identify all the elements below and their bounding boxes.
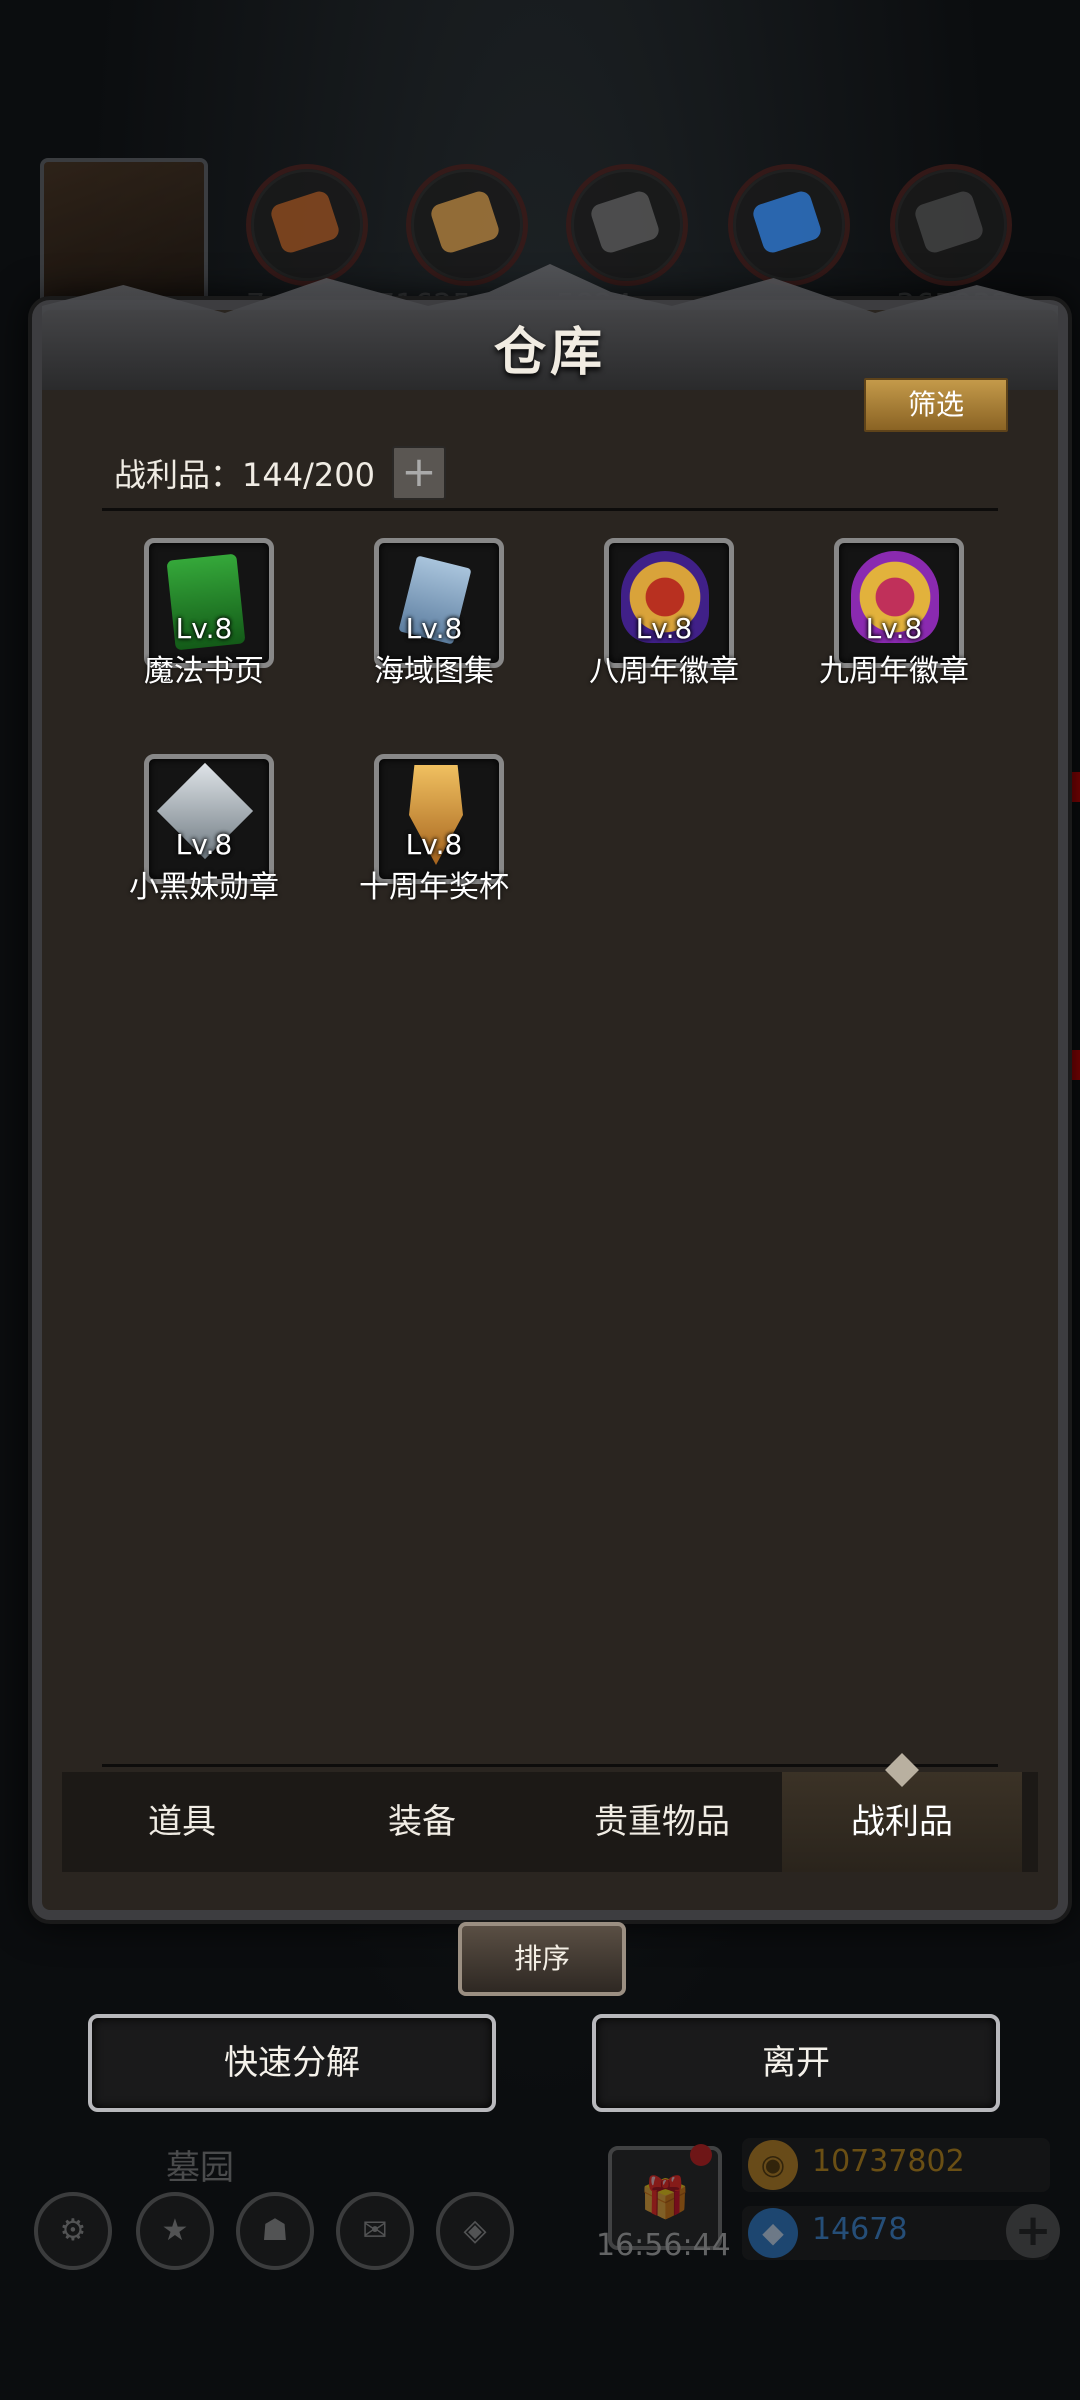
crystal-resource-icon[interactable] bbox=[728, 164, 850, 286]
item-slot[interactable]: Lv.8 魔法书页 bbox=[104, 538, 304, 728]
active-tab-marker-icon bbox=[885, 1753, 919, 1787]
expand-capacity-button[interactable]: + bbox=[392, 446, 446, 500]
tab-bar: 道具 装备 贵重物品 战利品 bbox=[62, 1753, 1038, 1872]
item-level: Lv.8 bbox=[405, 612, 463, 645]
gem-display: ◆ 14678 bbox=[742, 2206, 1050, 2260]
gold-coin-icon: ◉ bbox=[748, 2140, 798, 2190]
tab-loot-label: 战利品 bbox=[851, 1802, 953, 1842]
item-slot[interactable]: Lv.8 九周年徽章 bbox=[794, 538, 994, 728]
add-currency-button[interactable]: + bbox=[1006, 2204, 1060, 2258]
item-level: Lv.8 bbox=[175, 828, 233, 861]
item-level: Lv.8 bbox=[865, 612, 923, 645]
tab-items[interactable]: 道具 bbox=[62, 1772, 302, 1872]
item-name: 八周年徽章 bbox=[589, 654, 739, 689]
gold-value: 10737802 bbox=[812, 2144, 965, 2179]
gem-icon: ◆ bbox=[748, 2208, 798, 2258]
wood-resource-icon[interactable] bbox=[246, 164, 368, 286]
stone-resource-icon[interactable] bbox=[890, 164, 1012, 286]
item-name: 九周年徽章 bbox=[819, 654, 969, 689]
item-level: Lv.8 bbox=[405, 828, 463, 861]
tab-loot[interactable]: 战利品 bbox=[782, 1753, 1022, 1872]
settings-icon[interactable]: ⚙ bbox=[34, 2192, 112, 2270]
gift-alert-dot bbox=[690, 2144, 712, 2166]
item-slot[interactable]: Lv.8 小黑妹勋章 bbox=[104, 754, 304, 944]
tab-valuables[interactable]: 贵重物品 bbox=[542, 1772, 782, 1872]
bottom-hud: 墓园 ⚙ ★ ☗ ✉ ◈ 🎁 16:56:44 ◉ 10737802 ◆ 146… bbox=[0, 2120, 1080, 2400]
clock-label: 16:56:44 bbox=[596, 2228, 731, 2263]
filter-button[interactable]: 筛选 bbox=[864, 378, 1008, 432]
divider bbox=[102, 508, 998, 511]
item-name: 魔法书页 bbox=[144, 654, 264, 689]
hero-icon[interactable]: ☗ bbox=[236, 2192, 314, 2270]
divider bbox=[102, 1764, 998, 1767]
mail-icon[interactable]: ✉ bbox=[336, 2192, 414, 2270]
sort-button[interactable]: 排序 bbox=[458, 1922, 626, 1996]
leave-button[interactable]: 离开 bbox=[592, 2014, 1000, 2112]
map-icon[interactable]: ◈ bbox=[436, 2192, 514, 2270]
iron-resource-icon[interactable] bbox=[566, 164, 688, 286]
gem-value: 14678 bbox=[812, 2212, 908, 2247]
item-name: 海域图集 bbox=[374, 654, 494, 689]
panel-title: 仓库 bbox=[493, 322, 606, 383]
quick-decompose-button[interactable]: 快速分解 bbox=[88, 2014, 496, 2112]
tab-equipment[interactable]: 装备 bbox=[302, 1772, 542, 1872]
gold-display: ◉ 10737802 bbox=[742, 2138, 1050, 2192]
item-level: Lv.8 bbox=[175, 612, 233, 645]
item-slot[interactable]: Lv.8 十周年奖杯 bbox=[334, 754, 534, 944]
item-slot[interactable]: Lv.8 海域图集 bbox=[334, 538, 534, 728]
star-icon[interactable]: ★ bbox=[136, 2192, 214, 2270]
item-level: Lv.8 bbox=[635, 612, 693, 645]
location-label: 墓园 bbox=[166, 2148, 234, 2188]
item-name: 小黑妹勋章 bbox=[129, 870, 279, 905]
plank-resource-icon[interactable] bbox=[406, 164, 528, 286]
warehouse-panel: 仓库 筛选 战利品：144/200 + Lv.8 魔法书页 Lv.8 海域图集 … bbox=[32, 264, 1068, 1920]
capacity-label: 战利品：144/200 bbox=[114, 456, 375, 494]
item-slot[interactable]: Lv.8 八周年徽章 bbox=[564, 538, 764, 728]
item-name: 十周年奖杯 bbox=[359, 870, 509, 905]
